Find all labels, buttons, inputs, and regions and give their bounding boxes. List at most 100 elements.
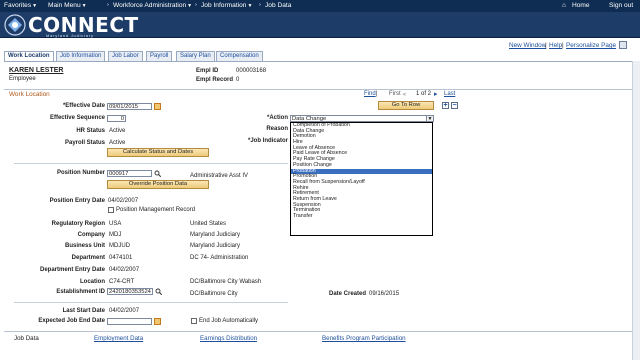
expected-job-end-date-input[interactable] bbox=[107, 318, 152, 325]
home-icon[interactable]: ⌂ bbox=[562, 2, 566, 9]
breadcrumb-job-data[interactable]: Job Data bbox=[265, 2, 291, 9]
delete-row-icon[interactable]: − bbox=[451, 102, 458, 109]
business-unit-value: MDJUD bbox=[109, 243, 130, 249]
empl-record-value: 0 bbox=[236, 77, 240, 83]
vertical-scrollbar[interactable] bbox=[632, 61, 640, 360]
company-label: Company bbox=[77, 232, 105, 238]
action-select[interactable]: Data Change bbox=[290, 115, 434, 122]
footer-benefits-program-link[interactable]: Benefits Program Participation bbox=[322, 335, 406, 342]
print-icon[interactable] bbox=[619, 41, 627, 49]
calculate-status-button[interactable]: Calculate Status and Dates bbox=[107, 148, 209, 157]
effective-date-input[interactable]: 09/01/2015 bbox=[107, 103, 152, 110]
position-entry-date-label: Position Entry Date bbox=[49, 198, 105, 204]
department-description: DC 74- Administration bbox=[190, 255, 249, 261]
footer-employment-data-link[interactable]: Employment Data bbox=[94, 335, 143, 342]
help-link[interactable]: Help bbox=[549, 42, 562, 49]
end-date-calendar-icon[interactable] bbox=[154, 318, 161, 325]
tab-salary-plan[interactable]: Salary Plan bbox=[176, 51, 215, 61]
next-arrow-icon[interactable]: ▸ bbox=[434, 90, 438, 98]
override-position-data-button[interactable]: Override Position Data bbox=[107, 180, 209, 189]
department-label: Department bbox=[71, 255, 105, 261]
empl-id-value: 000003168 bbox=[236, 68, 267, 74]
location-description: DC/Baltimore City Wabash bbox=[190, 279, 262, 285]
business-unit-label: Business Unit bbox=[64, 243, 105, 249]
personalize-page-link[interactable]: Personalize Page bbox=[566, 42, 616, 49]
logo-text: CONNECT bbox=[28, 13, 139, 37]
position-entry-date-value: 04/02/2007 bbox=[108, 198, 139, 204]
company-value: MDJ bbox=[109, 232, 122, 238]
date-created-label: Date Created bbox=[328, 291, 366, 297]
department-value: 0474101 bbox=[109, 255, 133, 261]
section-title: Work Location bbox=[9, 91, 50, 98]
row-counter: 1 of 2 bbox=[416, 91, 432, 97]
position-number-input[interactable]: 000917 bbox=[107, 170, 152, 177]
last-start-date-label: Last Start Date bbox=[62, 308, 105, 314]
effective-date-label: *Effective Date bbox=[62, 103, 105, 109]
payroll-status-value: Active bbox=[109, 140, 126, 146]
effective-sequence-input[interactable]: 0 bbox=[107, 115, 126, 122]
location-value: C74-CRT bbox=[109, 279, 135, 285]
position-description: Administrative Asst IV bbox=[190, 173, 249, 179]
previous-arrow-icon[interactable]: ◂ bbox=[402, 90, 406, 98]
establishment-id-input[interactable]: 2420180353524 bbox=[107, 288, 153, 295]
tab-job-labor[interactable]: Job Labor bbox=[108, 51, 143, 61]
new-window-link[interactable]: New Window bbox=[509, 42, 546, 49]
signout-link[interactable]: Sign out bbox=[609, 2, 633, 9]
payroll-status-label: Payroll Status bbox=[64, 140, 105, 146]
empl-record-label: Empl Record bbox=[196, 77, 234, 83]
department-entry-date-label: Department Entry Date bbox=[39, 267, 105, 273]
end-job-automatically-checkbox[interactable] bbox=[191, 318, 197, 324]
empl-id-label: Empl ID bbox=[196, 68, 219, 74]
expected-job-end-date-label: Expected Job End Date bbox=[38, 318, 105, 324]
regulatory-region-description: United States bbox=[190, 221, 227, 227]
go-to-row-button[interactable]: Go To Row bbox=[378, 101, 434, 110]
first-link[interactable]: First bbox=[389, 91, 401, 97]
chevron-down-icon[interactable]: ▼ bbox=[426, 115, 434, 122]
regulatory-region-label: Regulatory Region bbox=[51, 221, 105, 227]
tab-compensation[interactable]: Compensation bbox=[216, 51, 263, 61]
establishment-description: DC/Baltimore City bbox=[190, 291, 238, 297]
header-banner: CONNECT Maryland Judiciary bbox=[0, 12, 640, 38]
establishment-id-label: Establishment ID bbox=[56, 289, 105, 295]
hr-status-value: Active bbox=[109, 128, 126, 134]
logo-icon bbox=[4, 14, 26, 36]
job-indicator-label: *Job Indicator bbox=[247, 138, 288, 144]
location-label: Location bbox=[80, 279, 105, 285]
position-management-checkbox[interactable] bbox=[108, 207, 114, 213]
last-link[interactable]: Last bbox=[444, 91, 455, 97]
department-entry-date-value: 04/02/2007 bbox=[109, 267, 140, 273]
logo-subtitle: Maryland Judiciary bbox=[46, 33, 94, 38]
company-description: Maryland Judiciary bbox=[190, 232, 241, 238]
footer-job-data: Job Data bbox=[14, 335, 39, 342]
tab-job-information[interactable]: Job Information bbox=[56, 51, 106, 61]
connect-logo: CONNECT Maryland Judiciary bbox=[4, 13, 139, 38]
home-link[interactable]: Home bbox=[572, 2, 590, 9]
regulatory-region-value: USA bbox=[109, 221, 122, 227]
hr-status-label: HR Status bbox=[76, 128, 105, 134]
business-unit-description: Maryland Judiciary bbox=[190, 243, 241, 249]
favorites-menu[interactable]: Favorites▼ bbox=[4, 2, 37, 9]
establishment-search-icon[interactable] bbox=[155, 288, 163, 296]
top-nav-bar: Favorites▼ Main Menu▼ › Workforce Admini… bbox=[0, 0, 640, 12]
position-number-label: Position Number bbox=[56, 170, 105, 176]
footer-earnings-distribution-link[interactable]: Earnings Distribution bbox=[200, 335, 257, 342]
effective-sequence-label: Effective Sequence bbox=[49, 115, 105, 121]
tab-payroll[interactable]: Payroll bbox=[146, 51, 173, 61]
reason-label: Reason bbox=[266, 126, 288, 132]
action-label: *Action bbox=[267, 115, 288, 121]
breadcrumb-job-information[interactable]: Job Information▼ bbox=[201, 2, 252, 9]
calendar-icon[interactable] bbox=[154, 103, 161, 110]
position-management-label: Position Management Record bbox=[116, 207, 196, 213]
find-link[interactable]: Find bbox=[364, 91, 376, 97]
date-created-value: 09/16/2015 bbox=[369, 291, 400, 297]
action-option[interactable]: Transfer bbox=[291, 213, 432, 220]
search-icon[interactable] bbox=[154, 170, 162, 178]
main-menu[interactable]: Main Menu▼ bbox=[48, 2, 87, 9]
action-dropdown-list[interactable]: Completion of Probation Data Change Demoti… bbox=[290, 122, 433, 236]
breadcrumb-workforce-admin[interactable]: Workforce Administration▼ bbox=[113, 2, 192, 9]
employee-type: Employee bbox=[9, 76, 36, 82]
employee-name: KAREN LESTER bbox=[9, 67, 64, 74]
add-row-icon[interactable]: + bbox=[442, 102, 449, 109]
last-start-date-value: 04/02/2007 bbox=[109, 308, 140, 314]
end-job-automatically-label: End Job Automatically bbox=[199, 318, 259, 324]
